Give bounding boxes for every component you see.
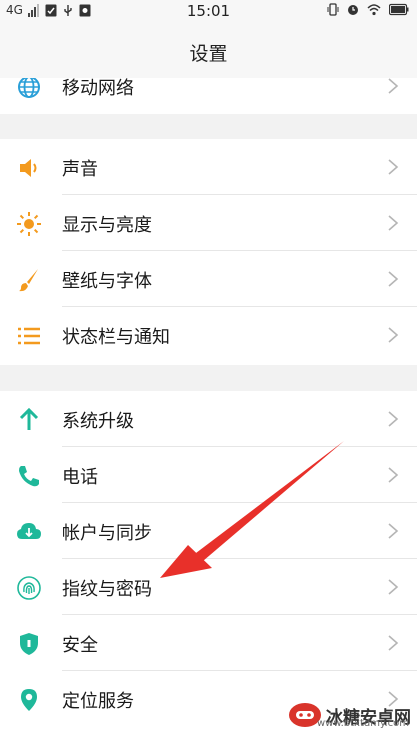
annotation-arrow (160, 441, 344, 578)
watermark-url: www.btxtdmy.com (316, 718, 409, 729)
watermark: 冰糖安卓网 www.btxtdmy.com (288, 702, 411, 729)
